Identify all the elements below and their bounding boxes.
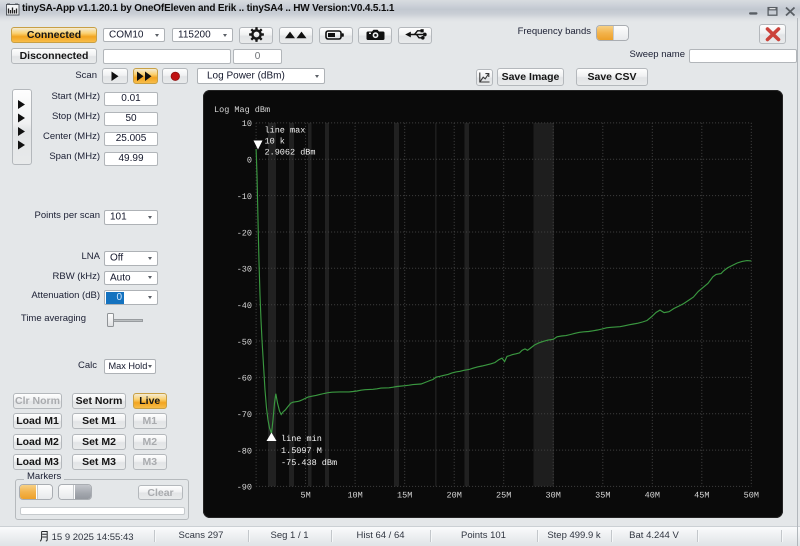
svg-text:Log Mag dBm: Log Mag dBm [214, 105, 270, 115]
svg-text:45M: 45M [694, 491, 709, 501]
svg-text:-20: -20 [237, 228, 252, 238]
svg-text:-80: -80 [237, 446, 252, 456]
svg-text:10M: 10M [347, 491, 362, 501]
svg-text:50M: 50M [744, 491, 759, 501]
svg-text:-75.438 dBm: -75.438 dBm [281, 458, 337, 468]
svg-text:-90: -90 [237, 483, 252, 493]
svg-text:-50: -50 [237, 337, 252, 347]
svg-text:5M: 5M [300, 491, 310, 501]
svg-text:15M: 15M [397, 491, 412, 501]
svg-text:25M: 25M [496, 491, 511, 501]
svg-text:2.9062 dBm: 2.9062 dBm [265, 148, 316, 158]
svg-text:line max: line max [265, 126, 306, 136]
svg-text:0: 0 [247, 156, 252, 166]
svg-text:20M: 20M [447, 491, 462, 501]
svg-text:35M: 35M [595, 491, 610, 501]
svg-text:-10: -10 [237, 192, 252, 202]
svg-text:-60: -60 [237, 374, 252, 384]
svg-text:10: 10 [242, 119, 252, 129]
svg-text:-40: -40 [237, 301, 252, 311]
svg-text:10 k: 10 k [265, 137, 285, 147]
svg-text:1.5097 M: 1.5097 M [281, 446, 322, 456]
svg-text:-30: -30 [237, 265, 252, 275]
svg-text:40M: 40M [645, 491, 660, 501]
svg-text:-70: -70 [237, 410, 252, 420]
svg-text:30M: 30M [546, 491, 561, 501]
svg-text:line min: line min [281, 434, 322, 444]
